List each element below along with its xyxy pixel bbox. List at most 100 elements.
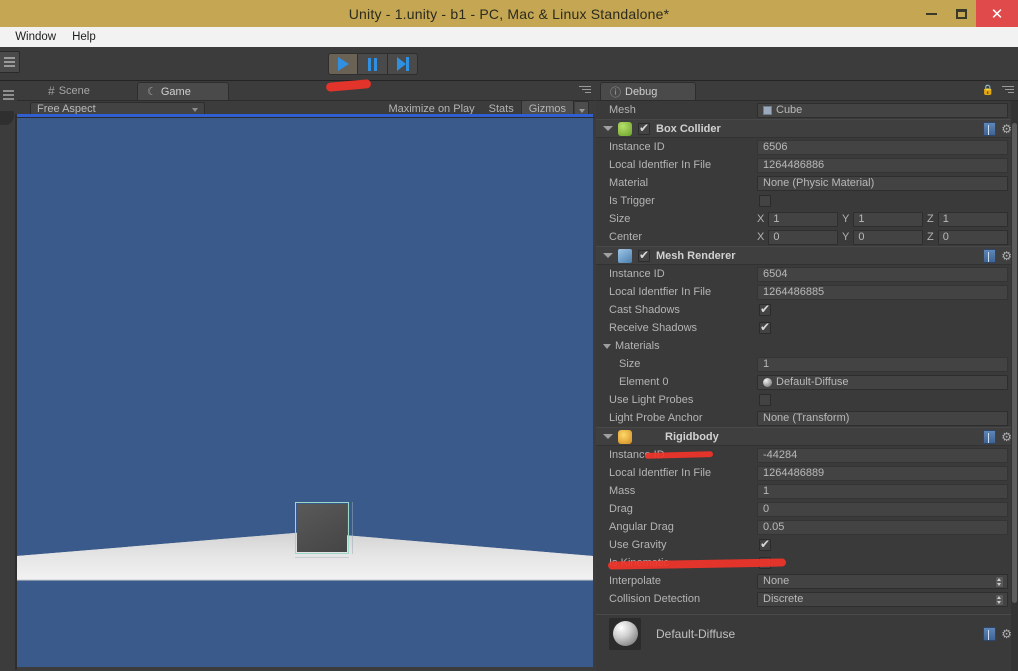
field-rb-instance-id[interactable]: -44284 — [757, 447, 1008, 463]
label-bc-instance-id: Instance ID — [609, 141, 665, 153]
material-preview-footer[interactable]: Default-Diffuse ⚙ — [596, 614, 1018, 652]
row-mr-materials-foldout[interactable]: Materials — [596, 337, 1018, 355]
row-bc-center: Center X0 Y0 Z0 — [596, 228, 1018, 246]
field-mr-instance-id[interactable]: 6504 — [757, 266, 1008, 282]
field-bc-center-y[interactable]: 0 — [853, 229, 923, 245]
field-bc-center-x[interactable]: 0 — [768, 229, 838, 245]
cube-object[interactable] — [295, 502, 353, 558]
lock-icon[interactable]: 🔒 — [982, 85, 994, 96]
material-asset-icon — [763, 377, 772, 387]
step-button[interactable] — [388, 53, 418, 75]
box-collider-enabled-checkbox[interactable] — [638, 121, 650, 135]
game-panel-menu-icon[interactable] — [579, 86, 591, 95]
field-bc-material[interactable]: None (Physic Material) — [757, 175, 1018, 191]
label-mesh: Mesh — [609, 104, 636, 116]
rigidbody-header[interactable]: Rigidbody ⚙ — [596, 427, 1018, 446]
label-mr-element0: Element 0 — [619, 376, 669, 388]
field-bc-instance-id[interactable]: 6506 — [757, 139, 1008, 155]
maximize-icon — [955, 8, 967, 19]
mesh-asset-icon — [763, 105, 772, 115]
close-button[interactable]: ✕ — [976, 0, 1018, 27]
field-bc-size-x[interactable]: 1 — [768, 211, 838, 227]
field-rb-angular-drag[interactable]: 0.05 — [757, 519, 1008, 535]
field-mesh[interactable]: Cube — [757, 102, 1018, 118]
mesh-renderer-header[interactable]: Mesh Renderer ⚙ — [596, 246, 1018, 265]
foldout-icon — [603, 343, 611, 349]
pause-button[interactable] — [358, 53, 388, 75]
inspector-menu-icon[interactable] — [1002, 86, 1014, 95]
axis-x-label: X — [757, 213, 765, 225]
tab-debug[interactable]: ⓘ Debug — [600, 82, 696, 100]
inspector-scrollbar-track[interactable] — [1011, 101, 1018, 671]
reference-book-icon[interactable] — [983, 627, 997, 641]
rigidbody-header-icons: ⚙ — [983, 430, 1012, 444]
foldout-icon[interactable] — [603, 434, 613, 439]
row-mr-use-light-probes: Use Light Probes — [596, 391, 1018, 409]
field-rb-drag[interactable]: 0 — [757, 501, 1008, 517]
foldout-icon[interactable] — [603, 253, 613, 258]
label-rb-mass: Mass — [609, 485, 636, 497]
reference-book-icon[interactable] — [983, 430, 997, 444]
foldout-icon[interactable] — [603, 126, 613, 131]
play-icon — [337, 57, 349, 71]
field-rb-mass[interactable]: 1 — [757, 483, 1008, 499]
field-bc-center-z[interactable]: 0 — [937, 229, 1008, 245]
sphere-preview-icon — [612, 621, 638, 646]
checkbox-mr-receive-shadows[interactable] — [759, 320, 771, 334]
menu-item-edit[interactable]: t — [0, 27, 7, 47]
box-collider-header[interactable]: Box Collider ⚙ — [596, 119, 1018, 138]
field-bc-local-id[interactable]: 1264486886 — [757, 157, 1008, 173]
toolbar-overflow-button[interactable] — [0, 51, 20, 73]
window-controls: ✕ — [916, 0, 1018, 27]
reference-book-icon[interactable] — [983, 249, 997, 263]
value-bc-material: None (Physic Material) — [763, 176, 875, 189]
label-mr-local-id: Local Identfier In File — [609, 286, 712, 298]
hierarchy-menu-icon[interactable] — [3, 90, 14, 102]
menu-item-help[interactable]: Help — [64, 27, 104, 47]
mesh-renderer-enabled-checkbox[interactable] — [638, 248, 650, 262]
checkbox-mr-use-light-probes[interactable] — [759, 394, 771, 406]
field-rb-local-id[interactable]: 1264486889 — [757, 465, 1008, 481]
box-collider-title: Box Collider — [656, 122, 721, 135]
inspector-scrollbar-thumb[interactable] — [1012, 123, 1017, 603]
row-mesh: Mesh Cube — [596, 101, 1018, 119]
row-rb-angular-drag: Angular Drag 0.05 — [596, 518, 1018, 536]
row-rb-collision-detection: Collision Detection Discrete — [596, 590, 1018, 608]
play-button[interactable] — [328, 53, 358, 75]
axis-x-label: X — [757, 231, 765, 243]
label-bc-is-trigger: Is Trigger — [609, 195, 655, 207]
tab-scene[interactable]: # Scene — [39, 82, 101, 100]
checkbox-mr-cast-shadows[interactable] — [759, 302, 771, 316]
game-viewport[interactable] — [17, 118, 593, 667]
row-bc-size: Size X1 Y1 Z1 — [596, 210, 1018, 228]
tab-game[interactable]: ☾ Game — [137, 82, 229, 100]
maximize-button[interactable] — [946, 0, 976, 27]
row-rb-mass: Mass 1 — [596, 482, 1018, 500]
ground-plane — [17, 532, 593, 581]
dropdown-rb-interpolate[interactable]: None — [757, 573, 1008, 589]
label-bc-center: Center — [609, 231, 643, 243]
row-bc-instance-id: Instance ID 6506 — [596, 138, 1018, 156]
label-mr-materials: Materials — [615, 340, 660, 352]
tab-scene-label: Scene — [58, 85, 90, 97]
reference-book-icon[interactable] — [983, 122, 997, 136]
value-rb-collision-detection: Discrete — [763, 592, 804, 605]
viewport-highlight-bar — [17, 114, 593, 117]
field-bc-size-y[interactable]: 1 — [853, 211, 923, 227]
field-mr-element0[interactable]: Default-Diffuse — [757, 374, 1018, 390]
value-rb-interpolate: None — [763, 574, 790, 587]
minimize-button[interactable] — [916, 0, 946, 27]
field-mr-light-probe-anchor[interactable]: None (Transform) — [757, 410, 1018, 426]
label-rb-use-gravity: Use Gravity — [609, 539, 667, 551]
label-rb-interpolate: Interpolate — [609, 575, 661, 587]
menu-item-window[interactable]: Window — [7, 27, 64, 47]
spinner-icon — [996, 576, 1003, 587]
field-mr-local-id[interactable]: 1264486885 — [757, 284, 1008, 300]
checkbox-rb-use-gravity[interactable] — [759, 537, 771, 551]
dropdown-rb-collision-detection[interactable]: Discrete — [757, 591, 1008, 607]
tab-game-label: Game — [160, 85, 191, 98]
field-bc-size-z[interactable]: 1 — [937, 211, 1008, 227]
cube-edge-right — [352, 502, 353, 554]
checkbox-bc-is-trigger[interactable] — [759, 195, 771, 207]
field-mr-materials-size[interactable]: 1 — [757, 356, 1008, 372]
